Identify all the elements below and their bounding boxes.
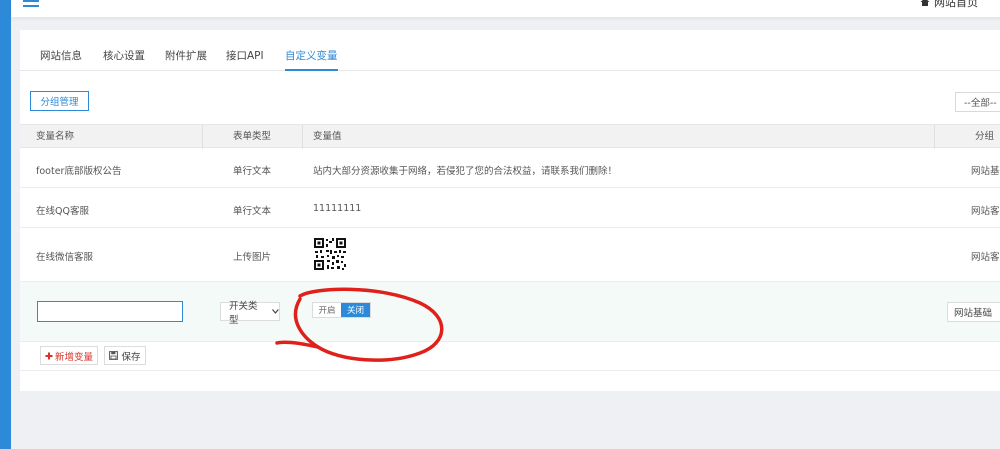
row-group: 网站客服 — [971, 206, 1000, 217]
add-variable-label: 新增变量 — [54, 351, 93, 363]
table-row[interactable]: footer底部版权公告 单行文本 站内大部分资源收集于网络，若侵犯了您的合法权… — [20, 148, 1000, 188]
header-group: 分组 — [934, 125, 1000, 149]
header-variable-name: 变量名称 — [36, 131, 75, 142]
row-variable-value: 站内大部分资源收集于网络，若侵犯了您的合法权益，请联系我们删除！ — [313, 166, 618, 177]
header-variable-value: 变量值 — [302, 125, 934, 149]
tab-core-settings[interactable]: 核心设置 — [103, 48, 145, 63]
row-variable-name: 在线QQ客服 — [36, 206, 89, 217]
top-bar: 网站首页 — [11, 0, 1000, 18]
row-variable-name: footer底部版权公告 — [36, 166, 122, 177]
tab-api[interactable]: 接口API — [226, 48, 264, 63]
on-off-switch[interactable]: 开启 关闭 — [312, 302, 371, 318]
new-variable-row: 开关类型 开启 关闭 网站基础 — [20, 282, 1000, 342]
row-form-type: 单行文本 — [233, 206, 272, 217]
hamburger-icon[interactable] — [23, 0, 39, 9]
save-label: 保存 — [121, 351, 141, 363]
table-row[interactable]: 在线QQ客服 单行文本 11111111 网站客服 — [20, 188, 1000, 228]
row-group: 网站基础 — [971, 166, 1000, 177]
settings-tabs: 网站信息 核心设置 附件扩展 接口API 自定义变量 — [20, 30, 1000, 71]
switch-off-option[interactable]: 关闭 — [341, 303, 370, 317]
group-filter-select[interactable]: --全部-- — [955, 92, 1000, 112]
home-link-label: 网站首页 — [934, 0, 978, 9]
group-manage-button[interactable]: 分组管理 — [30, 91, 89, 111]
form-type-select-label: 开关类型 — [229, 300, 258, 326]
form-type-select[interactable]: 开关类型 — [220, 301, 280, 326]
settings-panel: 网站信息 核心设置 附件扩展 接口API 自定义变量 分组管理 --全部-- 变… — [20, 30, 1000, 391]
add-variable-button[interactable]: 新增变量 — [40, 346, 98, 365]
panel-divider — [20, 370, 1000, 371]
table-row[interactable]: 在线微信客服 上传图片 网站客服 — [20, 228, 1000, 282]
tab-custom-variables[interactable]: 自定义变量 — [285, 48, 338, 71]
table-header: 变量名称 表单类型 变量值 分组 — [20, 124, 1000, 149]
switch-on-option[interactable]: 开启 — [313, 303, 341, 317]
left-sidebar-rail — [0, 0, 11, 449]
chevron-down-icon — [272, 309, 279, 314]
tab-attachment-extension[interactable]: 附件扩展 — [165, 48, 207, 63]
plus-icon — [45, 352, 53, 359]
row-form-type: 单行文本 — [233, 166, 272, 177]
tab-site-info[interactable]: 网站信息 — [40, 48, 82, 63]
qr-code-icon[interactable] — [313, 237, 347, 271]
variable-name-input[interactable] — [37, 301, 183, 322]
group-select[interactable]: 网站基础 — [947, 302, 1000, 322]
floppy-disk-icon — [109, 351, 119, 360]
row-variable-value: 11111111 — [313, 203, 362, 214]
header-form-type: 表单类型 — [202, 125, 302, 149]
row-form-type: 上传图片 — [233, 252, 272, 263]
home-icon — [920, 0, 930, 6]
home-link[interactable]: 网站首页 — [920, 0, 978, 10]
row-variable-name: 在线微信客服 — [36, 252, 94, 263]
save-button[interactable]: 保存 — [104, 346, 146, 365]
row-group: 网站客服 — [971, 252, 1000, 263]
